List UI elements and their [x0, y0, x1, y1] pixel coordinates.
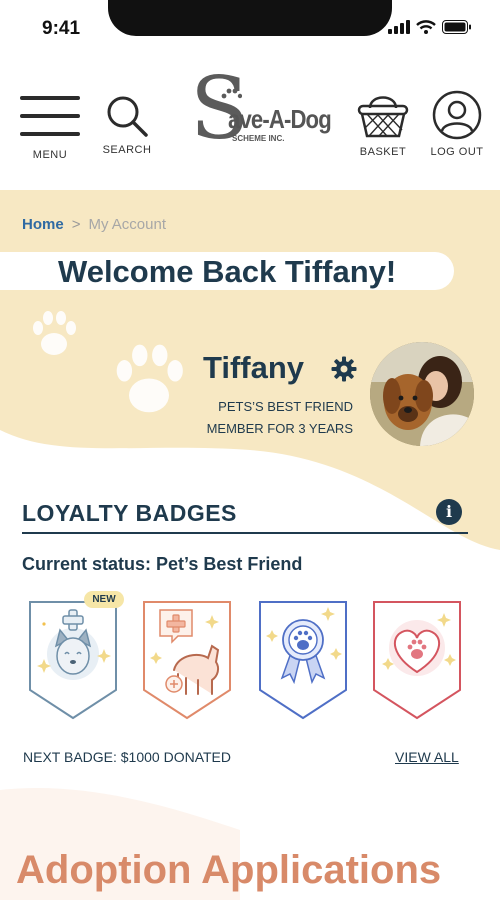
view-all-link[interactable]: VIEW ALL — [395, 749, 459, 765]
breadcrumb-current: My Account — [88, 216, 166, 233]
next-badge-text: NEXT BADGE: $1000 DONATED — [23, 749, 231, 765]
dog-vet-icon[interactable] — [138, 598, 236, 722]
search-button[interactable]: SEARCH — [98, 94, 156, 156]
status-time: 9:41 — [42, 18, 81, 39]
logo[interactable]: S ave-A-Dog SCHEME INC. — [190, 66, 332, 174]
background-blob — [0, 190, 500, 900]
info-icon[interactable]: i — [436, 499, 462, 525]
avatar — [370, 342, 474, 446]
breadcrumb: Home > My Account — [22, 216, 166, 233]
menu-button[interactable]: MENU — [20, 94, 80, 161]
signal-icon — [388, 20, 410, 34]
status-icons — [388, 20, 472, 34]
new-badge-tag: NEW — [84, 591, 124, 608]
search-label: SEARCH — [102, 144, 152, 156]
basket-icon — [357, 96, 409, 138]
basket-button[interactable]: BASKET — [352, 90, 414, 158]
logo-subtitle: SCHEME INC. — [232, 134, 285, 143]
paw-print-icon — [33, 311, 76, 355]
adoption-applications-heading: Adoption Applications — [16, 848, 442, 892]
device-notch — [108, 0, 392, 36]
paw-heart-icon[interactable] — [368, 598, 466, 722]
basket-label: BASKET — [359, 146, 407, 158]
status-bar: 9:41 — [0, 0, 500, 60]
dog-health-icon[interactable] — [24, 598, 122, 722]
welcome-heading: Welcome Back Tiffany! — [58, 254, 397, 289]
battery-icon — [442, 20, 471, 34]
current-status: Current status: Pet’s Best Friend — [22, 554, 303, 574]
breadcrumb-home-link[interactable]: Home — [22, 216, 64, 233]
search-icon — [107, 96, 148, 137]
profile-name: Tiffany — [203, 350, 305, 385]
breadcrumb-separator: > — [71, 216, 81, 233]
profile-title: PETS’S BEST FRIEND — [218, 399, 353, 414]
paw-print-icon — [116, 344, 183, 413]
user-icon — [432, 90, 482, 140]
gear-icon[interactable] — [331, 356, 357, 382]
account-content: Home > My Account Welcome Back Tiffany! Ti… — [0, 190, 500, 900]
avatar-photo — [370, 342, 474, 446]
logout-button[interactable]: LOG OUT — [426, 90, 488, 158]
section-divider — [22, 532, 468, 534]
logout-label: LOG OUT — [430, 146, 484, 158]
paw-ribbon-icon[interactable] — [254, 598, 352, 722]
logo-text: ave-A-Dog — [228, 104, 332, 134]
loyalty-badges-heading: LOYALTY BADGES — [22, 500, 237, 526]
menu-label: MENU — [32, 149, 68, 161]
wifi-icon — [416, 20, 436, 34]
hamburger-icon — [20, 96, 80, 136]
app-header: MENU SEARCH S ave-A-Dog SCHEME INC. BASK… — [0, 60, 500, 190]
profile-member-duration: MEMBER FOR 3 YEARS — [206, 421, 353, 436]
